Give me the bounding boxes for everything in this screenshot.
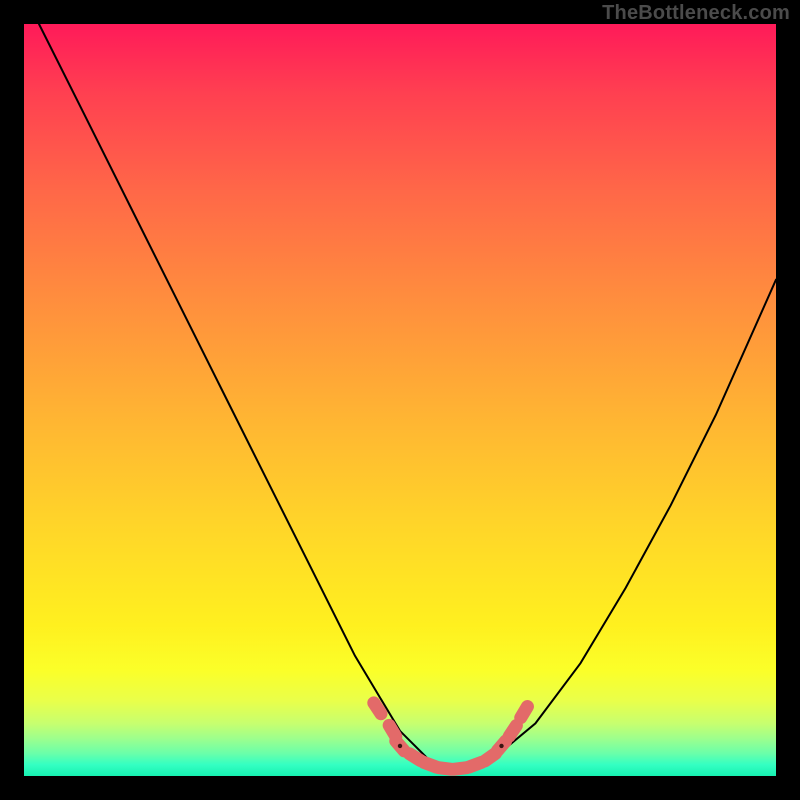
plot-area	[24, 24, 776, 776]
watermark-text: TheBottleneck.com	[602, 2, 790, 25]
marker-group	[365, 694, 537, 776]
highlight-marker-dot	[398, 744, 402, 748]
chart-svg	[24, 24, 776, 776]
highlight-marker-dot	[499, 744, 503, 748]
outer-frame: TheBottleneck.com	[0, 0, 800, 800]
series-curve	[39, 24, 776, 769]
